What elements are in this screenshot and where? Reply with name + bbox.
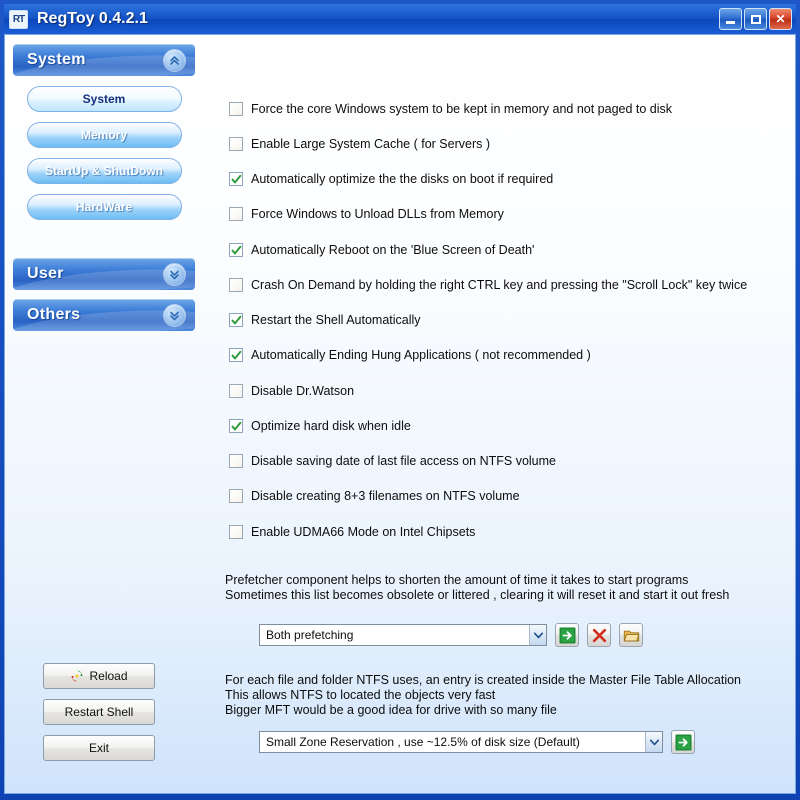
sidebar-item-memory[interactable]: Memory [26,122,182,148]
sidebar-group-user[interactable]: User [13,258,195,290]
sidebar-group-others-label: Others [27,306,81,323]
app-icon: RT [9,9,28,29]
chevron-down-double-icon [164,263,185,285]
chevron-down-double-icon [164,304,185,326]
checkbox-label: Enable UDMA66 Mode on Intel Chipsets [251,525,476,539]
prefetch-clear-button[interactable] [587,623,611,647]
sidebar-group-system[interactable]: System [13,44,195,76]
chevron-up-double-icon [164,49,185,71]
checkbox-label: Crash On Demand by holding the right CTR… [251,278,748,292]
mft-apply-button[interactable] [671,730,695,754]
chevron-down-icon[interactable] [645,732,662,752]
app-window: RT RegToy 0.4.2.1 ✕ System System Memory… [0,0,800,800]
prefetch-select-value: Both prefetching [266,628,354,642]
checkbox-row[interactable]: Restart the Shell Automatically [229,313,421,327]
exit-button-label: Exit [88,741,109,755]
checkbox-row[interactable]: Disable Dr.Watson [229,384,354,398]
checkbox-label: Automatically optimize the the disks on … [251,172,554,186]
window-title: RegToy 0.4.2.1 [37,10,148,27]
command-buttons: Reload Restart Shell Exit [43,663,155,771]
checkbox-row[interactable]: Enable Large System Cache ( for Servers … [229,137,490,151]
sidebar-item-label: StartUp & ShutDown [45,164,163,178]
checkbox-checked-icon[interactable] [229,348,243,362]
checkbox-checked-icon[interactable] [229,419,243,433]
checkbox-row[interactable]: Force the core Windows system to be kept… [229,102,672,116]
minimize-button[interactable] [719,8,742,30]
checkbox-unchecked-icon[interactable] [229,384,243,398]
sidebar: System System Memory StartUp & ShutDown … [13,44,195,340]
sidebar-group-user-label: User [27,265,64,282]
checkbox-unchecked-icon[interactable] [229,137,243,151]
client-area: System System Memory StartUp & ShutDown … [4,34,796,794]
checkbox-label: Restart the Shell Automatically [251,313,421,327]
maximize-button[interactable] [744,8,767,30]
mft-description: For each file and folder NTFS uses, an e… [225,673,741,717]
checkbox-unchecked-icon[interactable] [229,525,243,539]
reload-button-label: Reload [89,669,128,683]
mft-controls: Small Zone Reservation , use ~12.5% of d… [259,730,695,754]
checkbox-row[interactable]: Disable saving date of last file access … [229,454,556,468]
folder-open-icon [623,630,639,641]
checkbox-unchecked-icon[interactable] [229,102,243,116]
sidebar-item-label: System [82,92,126,106]
checkbox-label: Enable Large System Cache ( for Servers … [251,137,490,151]
checkbox-label: Optimize hard disk when idle [251,419,411,433]
prefetch-browse-button[interactable] [619,623,643,647]
mft-select[interactable]: Small Zone Reservation , use ~12.5% of d… [259,731,663,753]
checkbox-label: Disable Dr.Watson [251,384,355,398]
checkbox-checked-icon[interactable] [229,313,243,327]
reload-button[interactable]: Reload [43,663,155,689]
checkbox-label: Disable saving date of last file access … [251,454,556,468]
window-controls: ✕ [719,8,794,30]
checkbox-checked-icon[interactable] [229,243,243,257]
restart-shell-button[interactable]: Restart Shell [43,699,155,725]
close-red-x-icon [592,628,606,642]
checkbox-unchecked-icon[interactable] [229,454,243,468]
checkbox-row[interactable]: Automatically optimize the the disks on … [229,172,553,186]
checkbox-row[interactable]: Optimize hard disk when idle [229,419,411,433]
checkbox-row[interactable]: Enable UDMA66 Mode on Intel Chipsets [229,525,475,539]
sidebar-item-hardware[interactable]: HardWare [26,194,182,220]
checkbox-row[interactable]: Automatically Ending Hung Applications (… [229,348,591,362]
checkbox-checked-icon[interactable] [229,172,243,186]
sidebar-system-items: System Memory StartUp & ShutDown HardWar… [13,85,195,234]
main-pane: Force the core Windows system to be kept… [217,35,791,793]
checkbox-unchecked-icon[interactable] [229,489,243,503]
minimize-icon [726,21,735,24]
checkbox-label: Force the core Windows system to be kept… [251,102,673,116]
title-bar: RT RegToy 0.4.2.1 ✕ [4,4,796,34]
refresh-icon [70,669,84,683]
restart-shell-button-label: Restart Shell [64,705,134,719]
sidebar-item-label: Memory [80,128,127,142]
arrow-right-green-icon [675,734,691,750]
checkbox-unchecked-icon[interactable] [229,278,243,292]
sidebar-item-system[interactable]: System [26,86,182,112]
sidebar-group-others[interactable]: Others [13,299,195,331]
prefetch-select[interactable]: Both prefetching [259,624,547,646]
checkbox-label: Disable creating 8+3 filenames on NTFS v… [251,489,520,503]
sidebar-item-startup-shutdown[interactable]: StartUp & ShutDown [26,158,182,184]
checkbox-row[interactable]: Force Windows to Unload DLLs from Memory [229,207,504,221]
chevron-down-icon[interactable] [529,625,546,645]
checkbox-label: Automatically Reboot on the 'Blue Screen… [251,243,535,257]
checkbox-label: Force Windows to Unload DLLs from Memory [251,207,504,221]
checkbox-row[interactable]: Automatically Reboot on the 'Blue Screen… [229,243,534,257]
mft-select-value: Small Zone Reservation , use ~12.5% of d… [266,735,580,749]
prefetch-apply-button[interactable] [555,623,579,647]
sidebar-group-system-label: System [27,51,86,68]
arrow-right-green-icon [559,627,575,643]
maximize-icon [750,14,761,24]
exit-button[interactable]: Exit [43,735,155,761]
prefetch-controls: Both prefetching [259,623,643,647]
prefetch-description: Prefetcher component helps to shorten th… [225,573,730,602]
close-button[interactable]: ✕ [769,8,792,30]
checkbox-row[interactable]: Crash On Demand by holding the right CTR… [229,278,747,292]
checkbox-row[interactable]: Disable creating 8+3 filenames on NTFS v… [229,489,520,503]
close-icon: ✕ [775,12,786,26]
checkbox-label: Automatically Ending Hung Applications (… [251,348,591,362]
sidebar-item-label: HardWare [75,200,133,214]
checkbox-unchecked-icon[interactable] [229,207,243,221]
